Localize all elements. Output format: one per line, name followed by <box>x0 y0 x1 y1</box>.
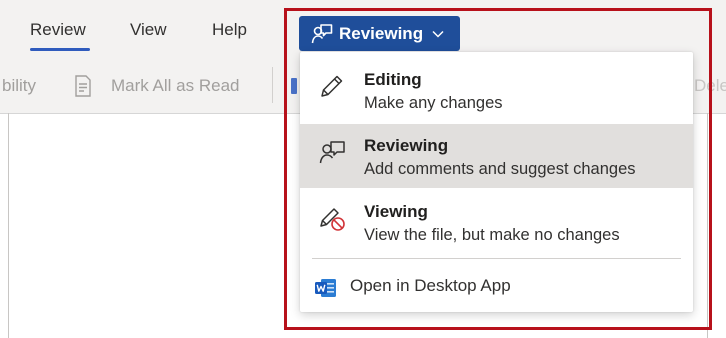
menu-item-editing-description: Make any changes <box>364 94 503 112</box>
menu-item-reviewing-title: Reviewing <box>364 136 449 155</box>
menu-item-editing-title: Editing <box>364 70 422 89</box>
mark-all-read-label: Mark All as Read <box>111 76 240 95</box>
pencil-prohibited-icon <box>320 208 345 231</box>
editing-mode-menu: Editing Make any changes Reviewing Add c… <box>300 52 693 312</box>
accessibility-button[interactable]: bility <box>2 76 36 96</box>
ribbon-separator <box>272 67 273 103</box>
menu-item-reviewing[interactable]: Reviewing Add comments and suggest chang… <box>300 124 693 188</box>
reviewing-icon <box>319 141 345 164</box>
menu-separator <box>312 258 681 259</box>
editing-mode-label: Reviewing <box>339 23 424 43</box>
tab-review[interactable]: Review <box>30 20 86 40</box>
ribbon-icon-partial <box>291 78 297 94</box>
active-tab-indicator <box>30 48 90 51</box>
open-in-desktop-app[interactable]: Open in Desktop App <box>300 264 693 308</box>
document-list-icon <box>75 75 91 97</box>
menu-item-viewing[interactable]: Viewing View the file, but make no chang… <box>300 190 693 254</box>
menu-item-viewing-description: View the file, but make no changes <box>364 226 620 244</box>
pencil-icon <box>321 75 343 97</box>
word-icon <box>315 279 336 297</box>
chevron-down-icon <box>432 30 444 38</box>
open-in-desktop-app-label: Open in Desktop App <box>350 276 511 295</box>
document-edge-left <box>8 113 9 338</box>
document-edge-right <box>707 113 708 338</box>
editing-mode-button[interactable]: Reviewing <box>299 16 460 51</box>
tab-help[interactable]: Help <box>212 20 247 40</box>
delete-button-partial[interactable]: Dele <box>694 76 726 96</box>
menu-item-editing[interactable]: Editing Make any changes <box>300 58 693 122</box>
reviewing-icon <box>311 23 333 43</box>
tab-view[interactable]: View <box>130 20 167 40</box>
menu-item-viewing-title: Viewing <box>364 202 428 221</box>
menu-item-reviewing-description: Add comments and suggest changes <box>364 160 636 178</box>
